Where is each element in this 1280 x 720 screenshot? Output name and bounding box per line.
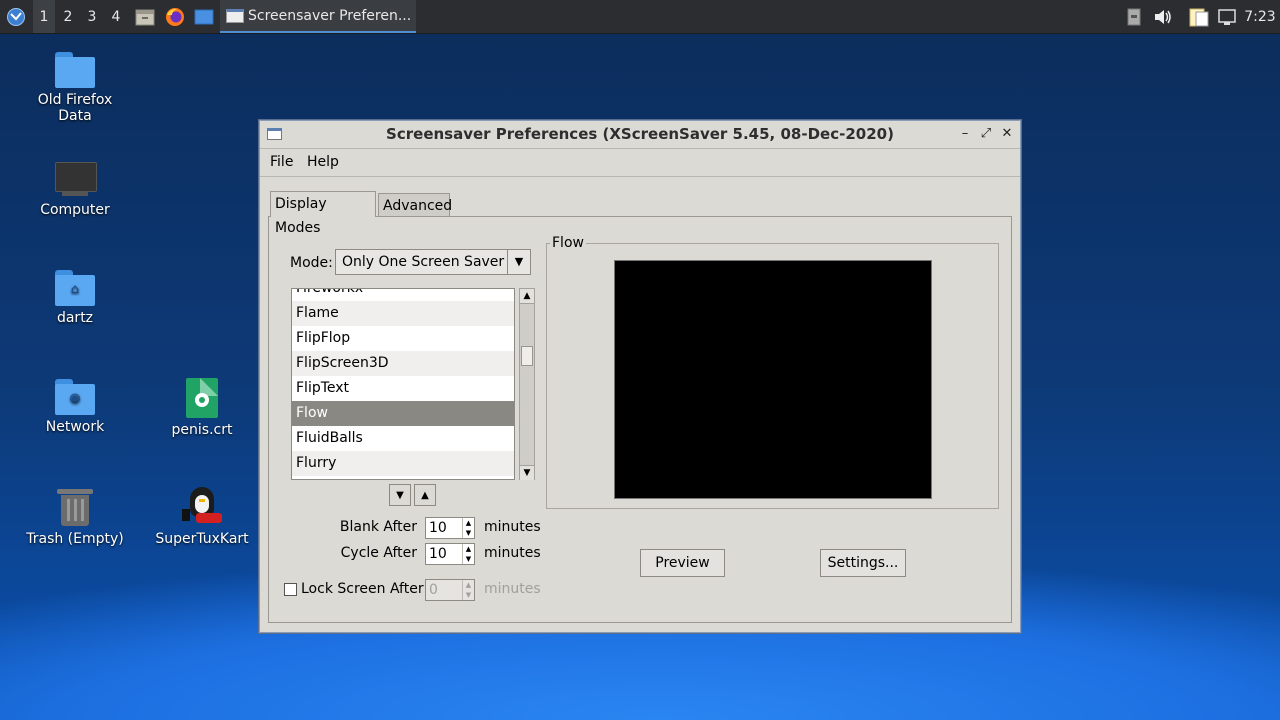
app-menu-icon[interactable] [2,0,30,33]
screensaver-list[interactable]: Fireworkx Flame FlipFlop FlipScreen3D Fl… [291,288,515,480]
monitor-icon [54,160,97,198]
workspace-3[interactable]: 3 [81,0,103,33]
preview-canvas [614,260,932,499]
workspace-2[interactable]: 2 [57,0,79,33]
list-item[interactable]: FlipScreen3D [292,351,514,376]
window-title: Screensaver Preferences (XScreenSaver 5.… [386,125,894,143]
spin-arrows-icon[interactable]: ▲ ▼ [462,544,474,564]
spin-arrows-icon[interactable]: ▲ ▼ [462,518,474,538]
list-item[interactable]: Flame [292,301,514,326]
cycle-after-spinbox[interactable]: 10 ▲ ▼ [425,543,475,565]
firefox-icon[interactable] [162,0,188,33]
workspace-1[interactable]: 1 [33,0,55,33]
next-mode-button[interactable]: ▼ [389,484,411,506]
scroll-up-icon[interactable]: ▲ [520,289,534,304]
chevron-down-icon: ▼ [507,250,530,274]
scroll-down-icon[interactable]: ▼ [520,465,534,480]
folder-icon [55,52,95,88]
window-thumb-icon [226,8,244,23]
network-status-icon[interactable] [1215,0,1239,33]
desktop-icon-network[interactable]: ◉ Network [20,379,130,435]
minimize-button[interactable]: – [956,125,974,143]
mode-select[interactable]: Only One Screen Saver ▼ [335,249,531,275]
keyboard-indicator-icon[interactable] [1124,0,1144,33]
close-button[interactable]: ✕ [998,125,1016,143]
file-manager-icon[interactable] [133,0,157,33]
menubar: File Help [260,148,1020,177]
desktop-icon-computer[interactable]: Computer [20,160,130,218]
lock-after-unit: minutes [484,581,541,597]
clock[interactable]: 7:23 [1240,0,1280,33]
list-item[interactable]: Flurry [292,451,514,476]
desktop-icon-dartz[interactable]: ⌂ dartz [20,270,130,326]
mode-value: Only One Screen Saver [342,254,505,270]
settings-button[interactable]: Settings... [820,549,906,577]
arrow-up-icon: ▲ [421,490,429,501]
list-item-selected[interactable]: Flow [292,401,514,426]
preview-button[interactable]: Preview [640,549,725,577]
supertuxkart-icon [180,487,224,527]
volume-icon[interactable] [1152,0,1174,33]
desktop-icon-supertuxkart[interactable]: SuperTuxKart [147,487,257,547]
cycle-after-unit: minutes [484,545,541,561]
workspace-4[interactable]: 4 [105,0,127,33]
lock-screen-label: Lock Screen After [301,581,424,597]
tab-advanced[interactable]: Advanced [378,193,452,217]
cycle-after-label: Cycle After [340,545,417,561]
blank-after-label: Blank After [339,519,417,535]
lock-after-spinbox[interactable]: 0 ▲ ▼ [425,579,475,601]
task-screensaver-preferences[interactable]: Screensaver Preferen... [220,0,416,33]
clipboard-icon[interactable] [1186,0,1212,33]
taskbar: 1 2 3 4 Screensaver Preferen... 7:23 [0,0,1280,34]
lock-screen-checkbox[interactable] [284,583,297,596]
mode-label: Mode: [290,255,333,271]
blank-after-unit: minutes [484,519,541,535]
screensaver-preferences-window: Screensaver Preferences (XScreenSaver 5.… [259,120,1021,633]
certificate-file-icon [186,378,218,418]
desktop-icon[interactable] [192,0,216,33]
list-item[interactable]: FlipText [292,376,514,401]
spin-arrows-icon[interactable]: ▲ ▼ [462,580,474,600]
network-folder-icon: ◉ [55,379,95,415]
trash-icon [57,487,93,527]
menu-file[interactable]: File [270,154,293,170]
list-scrollbar[interactable]: ▲ ▼ [519,288,535,480]
blank-after-spinbox[interactable]: 10 ▲ ▼ [425,517,475,539]
home-folder-icon: ⌂ [55,270,95,306]
maximize-button[interactable]: ⤢ [977,125,995,143]
desktop-icon-old-firefox-data[interactable]: Old Firefox Data [20,52,130,124]
desktop-icon-penis-crt[interactable]: penis.crt [147,378,257,438]
desktop-icon-trash[interactable]: Trash (Empty) [20,487,130,547]
arrow-down-icon: ▼ [396,490,404,501]
preview-frame-title: Flow [550,235,586,251]
list-item[interactable]: FlipFlop [292,326,514,351]
list-item[interactable]: Fireworkx [292,289,514,301]
menu-help[interactable]: Help [307,154,339,170]
titlebar[interactable]: Screensaver Preferences (XScreenSaver 5.… [260,121,1020,149]
previous-mode-button[interactable]: ▲ [414,484,436,506]
list-item[interactable]: FluidBalls [292,426,514,451]
tab-display-modes[interactable]: Display Modes [270,191,376,236]
scrollbar-thumb[interactable] [521,346,533,366]
